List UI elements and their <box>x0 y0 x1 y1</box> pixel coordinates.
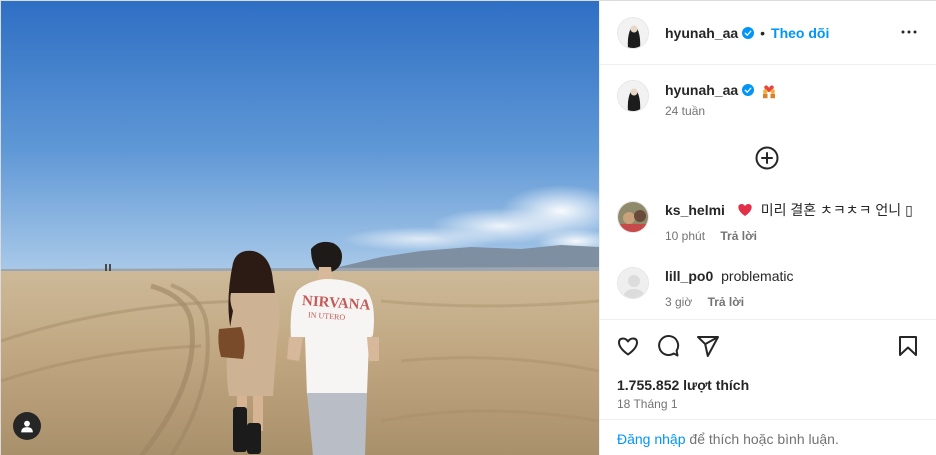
post-photo[interactable]: NIRVANA IN UTERO <box>1 1 599 455</box>
login-link[interactable]: Đăng nhập <box>617 431 686 447</box>
avatar[interactable] <box>617 16 649 49</box>
post-actions: 1.755.852 lượt thích 18 Tháng 1 <box>600 319 936 419</box>
login-prompt-text: để thích hoặc bình luận. <box>685 431 839 447</box>
comment-time: 10 phút <box>665 229 706 243</box>
comment-time: 3 giờ <box>665 295 693 309</box>
heart-icon <box>618 337 638 356</box>
comment-username[interactable]: lill_po0 <box>665 268 713 284</box>
comment-item: ks_helmi 미리 결혼 ㅊㅋㅊㅋ 언니 ▯ 10 phút Trả lời <box>617 201 927 243</box>
load-more-comments-button[interactable] <box>755 146 779 175</box>
user-tag-button[interactable] <box>13 412 41 440</box>
more-options-button[interactable] <box>900 23 918 46</box>
comment-icon <box>658 335 680 357</box>
bookmark-icon <box>899 336 917 356</box>
user-tag-icon <box>21 420 33 433</box>
post-date[interactable]: 18 Tháng 1 <box>617 397 678 411</box>
more-horizontal-icon <box>901 30 917 34</box>
comment-avatar-placeholder[interactable] <box>617 267 649 299</box>
follow-button[interactable]: Theo dõi <box>771 25 829 41</box>
like-button[interactable] <box>616 334 640 363</box>
comment-text: 미리 결혼 ㅊㅋㅊㅋ 언니 ▯ <box>760 202 913 218</box>
login-prompt: Đăng nhập để thích hoặc bình luận. <box>600 419 936 455</box>
header-username[interactable]: hyunah_aa <box>665 25 738 41</box>
reply-button[interactable]: Trả lời <box>708 295 745 309</box>
separator-dot: • <box>760 24 766 41</box>
post-dialog: NIRVANA IN UTERO hyunah_aa • Theo dõi hy… <box>0 0 936 455</box>
verified-badge-icon <box>742 26 755 39</box>
post-caption: hyunah_aa 24 tuần <box>617 80 927 118</box>
likes-count[interactable]: 1.755.852 lượt thích <box>617 377 749 393</box>
post-header: hyunah_aa • Theo dõi <box>600 1 936 65</box>
caption-username[interactable]: hyunah_aa <box>665 82 738 98</box>
reply-button[interactable]: Trả lời <box>720 229 757 243</box>
heart-emoji-icon <box>737 202 753 222</box>
comment-text: problematic <box>721 268 794 284</box>
save-button[interactable] <box>896 334 920 363</box>
caption-avatar[interactable] <box>617 80 649 112</box>
comment-button[interactable] <box>656 334 680 363</box>
add-circle-icon <box>755 146 779 170</box>
caption-age: 24 tuần <box>665 104 706 118</box>
share-icon <box>697 336 719 357</box>
post-side-panel: hyunah_aa • Theo dõi hyunah_aa 24 tuần k… <box>599 1 936 455</box>
comment-avatar[interactable] <box>617 201 649 233</box>
couple-heart-emoji-icon <box>760 81 778 99</box>
share-button[interactable] <box>696 334 720 363</box>
verified-badge-icon <box>742 84 755 96</box>
comment-username[interactable]: ks_helmi <box>665 202 725 218</box>
comment-item: lill_po0 problematic 3 giờ Trả lời <box>617 267 927 309</box>
